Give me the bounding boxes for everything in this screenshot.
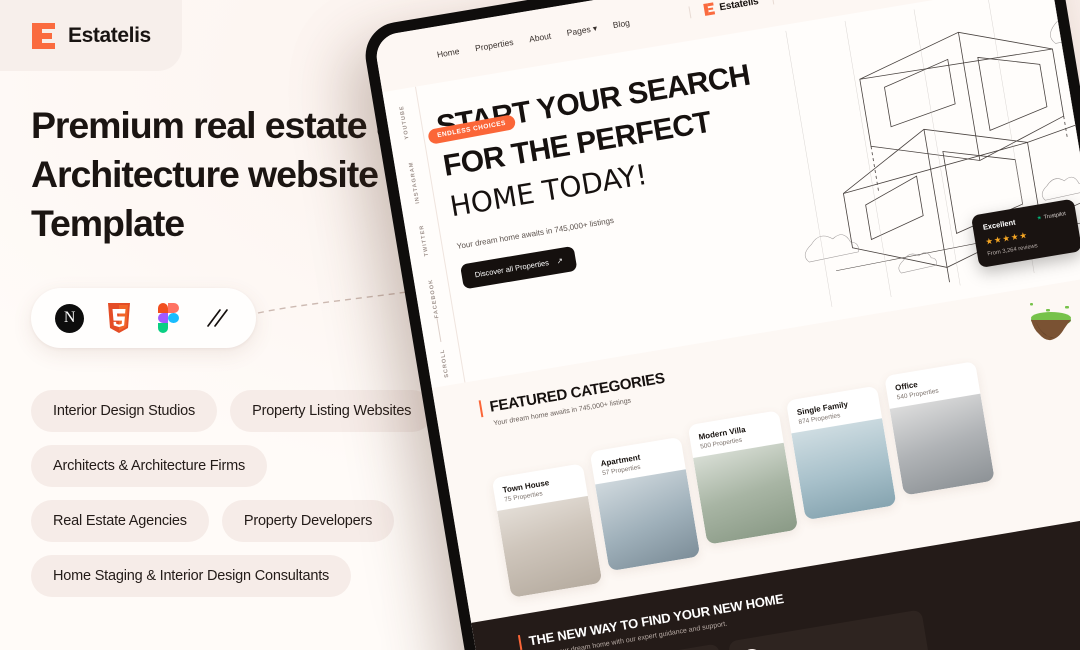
estatelis-e-logo-icon — [32, 22, 57, 49]
nav-item-home[interactable]: Home — [436, 46, 460, 60]
rail-scroll: SCROLL — [439, 347, 450, 378]
audience-tag-list: Interior Design Studios Property Listing… — [31, 390, 481, 610]
tag-row: Home Staging & Interior Design Consultan… — [31, 555, 481, 597]
html5-icon[interactable] — [104, 303, 134, 333]
star-icon: ★ — [1036, 214, 1043, 222]
tablet-screen: Home Properties About Pages ▾ Blog Estat… — [373, 0, 1080, 650]
category-image — [791, 418, 897, 521]
arrow-up-right-icon: ↗ — [555, 255, 564, 266]
brand-name: Estatelis — [68, 23, 151, 47]
tag-architects-firms[interactable]: Architects & Architecture Firms — [31, 445, 268, 487]
discover-properties-label: Discover all Properties — [474, 258, 550, 280]
tag-home-staging-consultants[interactable]: Home Staging & Interior Design Consultan… — [31, 555, 352, 597]
category-card-single-family[interactable]: Single Family 874 Properties — [785, 385, 897, 521]
trustpilot-text: Trustpilot — [1043, 210, 1067, 221]
site-brand[interactable]: Estatelis — [687, 0, 775, 19]
chevron-down-icon: ▾ — [592, 22, 598, 34]
category-card-modern-villa[interactable]: Modern Villa 500 Properties — [687, 410, 799, 545]
category-image — [889, 393, 995, 496]
tag-property-developers[interactable]: Property Developers — [221, 500, 395, 542]
category-card-town-house[interactable]: Town House 75 Properties — [491, 463, 603, 598]
floating-island-icon — [1030, 303, 1071, 341]
brand-logo-chip[interactable]: Estatelis — [0, 0, 182, 71]
category-image — [497, 495, 603, 598]
category-card-apartment[interactable]: Apartment 57 Properties — [589, 436, 701, 572]
category-card-office[interactable]: Office 540 Properties — [884, 361, 995, 496]
tag-interior-design-studios[interactable]: Interior Design Studios — [31, 390, 218, 432]
rail-divider — [436, 317, 442, 342]
trustpilot-label: ★ Trustpilot — [1036, 211, 1066, 222]
nav-item-pages[interactable]: Pages ▾ — [566, 22, 598, 38]
tag-real-estate-agencies[interactable]: Real Estate Agencies — [31, 500, 209, 542]
nav-links: Home Properties About Pages ▾ Blog — [436, 17, 631, 60]
tablet-mockup: Home Properties About Pages ▾ Blog Estat… — [360, 0, 1080, 650]
tag-row: Architects & Architecture Firms — [31, 445, 481, 487]
discover-properties-button[interactable]: Discover all Properties ↗ — [459, 245, 578, 290]
figma-icon[interactable] — [153, 303, 183, 333]
tag-row: Interior Design Studios Property Listing… — [31, 390, 481, 432]
nav-item-about[interactable]: About — [528, 31, 552, 45]
review-title: Excellent — [982, 217, 1017, 232]
site-brand-name: Estatelis — [718, 0, 760, 13]
tech-stack-pill: N — [31, 288, 256, 348]
nav-item-properties[interactable]: Properties — [474, 37, 514, 53]
nav-item-pages-label: Pages — [565, 23, 592, 38]
nextjs-icon[interactable]: N — [55, 303, 85, 333]
tag-row: Real Estate Agencies Property Developers — [31, 500, 481, 542]
slash-icon[interactable] — [202, 303, 232, 333]
estatelis-e-logo-icon — [702, 2, 716, 16]
nav-item-blog[interactable]: Blog — [612, 17, 630, 30]
category-image — [595, 469, 701, 572]
tag-property-listing-websites[interactable]: Property Listing Websites — [230, 390, 434, 432]
category-image — [693, 442, 799, 545]
